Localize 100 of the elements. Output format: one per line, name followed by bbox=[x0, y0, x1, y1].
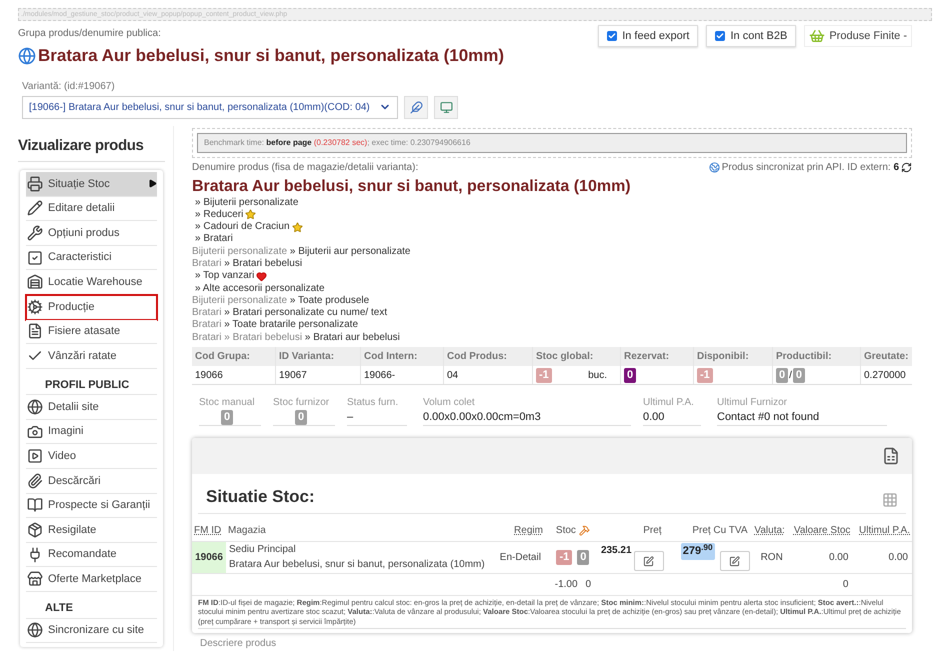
count-badge: 0 bbox=[624, 368, 636, 383]
column-header: Cod Produs: bbox=[444, 347, 532, 366]
column-header: FM ID bbox=[194, 524, 222, 538]
sidebar-item[interactable]: Editare detalii bbox=[26, 196, 157, 222]
checkbox-toggle[interactable]: In feed export bbox=[598, 25, 698, 47]
store-icon bbox=[27, 571, 43, 588]
count-badge: -1 bbox=[697, 368, 713, 383]
table-cell-text: 0.270000 bbox=[864, 368, 906, 383]
category-path: » Alte accesorii personalizate bbox=[194, 282, 325, 295]
count-badge: 0 bbox=[776, 368, 788, 383]
sidebar-item[interactable]: Sincronizare cu site bbox=[26, 618, 157, 644]
category-path: Bratari » Toate bratarile personalizate bbox=[192, 319, 358, 332]
total-cell: 0 bbox=[786, 573, 852, 596]
field-label: Ultimul Furnizor bbox=[717, 396, 788, 410]
column-header: Productibil: bbox=[773, 347, 860, 366]
field-label: Volum colet bbox=[423, 396, 476, 410]
count-badge: 0 bbox=[295, 410, 308, 426]
price-badge: 279$^{.90}$ bbox=[680, 543, 715, 560]
field-label: Variantă: (id:#19067) bbox=[22, 80, 116, 94]
edit-button[interactable] bbox=[634, 551, 664, 572]
paperclip-icon bbox=[27, 472, 43, 489]
monitor-icon bbox=[440, 100, 452, 114]
basket-icon bbox=[809, 28, 826, 44]
field-value: 0.00x0.00x0.00cm=0m3 bbox=[423, 410, 542, 424]
checkbox[interactable] bbox=[715, 31, 726, 41]
warehouse-icon bbox=[27, 274, 43, 290]
table-cell-text: 19067 bbox=[279, 368, 307, 383]
category-button[interactable]: Produse Finite - bbox=[804, 25, 912, 47]
wrench-icon bbox=[27, 224, 43, 241]
id-cell: 19066 bbox=[192, 541, 226, 574]
column-header: Stoc bbox=[556, 524, 576, 538]
book-icon bbox=[27, 497, 43, 514]
field-value: Contact #0 not found bbox=[717, 410, 820, 424]
sidebar-item[interactable]: Producție bbox=[26, 294, 157, 320]
checkbox-toggle[interactable]: In cont B2B bbox=[706, 25, 796, 47]
page-title: Bratara Aur bebelusi, snur si banut, personalizata (10mm) bbox=[38, 45, 504, 67]
category-path: Bijuterii personalizate » Toate produsele bbox=[192, 294, 370, 308]
category-path: » Top vanzari bbox=[194, 270, 254, 283]
camera-icon bbox=[27, 424, 43, 440]
category-path: » Cadouri de Craciun bbox=[194, 221, 290, 234]
count-badge: 0 bbox=[221, 410, 234, 426]
sidebar-item[interactable]: Fisiere atasate bbox=[26, 320, 157, 344]
column-header: Stoc global: bbox=[533, 347, 620, 366]
globe-icon bbox=[708, 162, 720, 172]
category-path: Bratari » Bratari personalizate cu nume/ text bbox=[192, 307, 388, 320]
variant-select[interactable]: [19066-] Bratara Aur bebelusi, snur si banut, personalizata (10mm)(COD: 04) bbox=[22, 96, 398, 118]
table-cell: 0.00 bbox=[786, 541, 852, 574]
field-label: Status furn. bbox=[347, 396, 400, 410]
globe-icon bbox=[27, 399, 43, 416]
hammer-icon[interactable] bbox=[578, 524, 590, 536]
arrow-icon bbox=[148, 179, 157, 188]
report-icon[interactable] bbox=[882, 447, 900, 466]
product-title: Bratara Aur bebelusi, snur si banut, personalizata (10mm) bbox=[192, 178, 632, 196]
checkbox[interactable] bbox=[607, 31, 618, 41]
category-path: » Reduceri bbox=[194, 208, 244, 222]
document-icon bbox=[27, 323, 43, 340]
table-cell-text: 19066- bbox=[364, 368, 396, 383]
gears-icon bbox=[27, 298, 43, 315]
total-cell-text: 0 bbox=[586, 578, 592, 592]
price-text: 235.21 bbox=[600, 544, 632, 558]
field-label: Stoc furnizor bbox=[273, 396, 330, 410]
sidebar-title: Vizualizare produs bbox=[18, 126, 165, 162]
edit-button[interactable] bbox=[720, 551, 750, 572]
field-label: Ultimul P.A. bbox=[643, 396, 695, 410]
count-badge: 0 bbox=[577, 550, 590, 565]
field-value: – bbox=[347, 410, 354, 424]
table-cell-text: 19066 bbox=[195, 368, 223, 383]
sidebar-item[interactable]: Prospecte si Garanții bbox=[26, 494, 157, 518]
checkbox-icon bbox=[27, 250, 43, 266]
heart-icon bbox=[256, 270, 268, 282]
category-path: » Bratari bbox=[194, 233, 233, 246]
column-header: Magazia bbox=[228, 524, 266, 538]
category-path: Bratari » Bratari bebelusi bbox=[192, 258, 302, 270]
column-header: Ultimul P.A. bbox=[859, 524, 910, 538]
star-icon bbox=[292, 222, 303, 233]
box-icon bbox=[27, 522, 43, 538]
column-header: Valuta: bbox=[754, 524, 785, 538]
count-badge: -1 bbox=[556, 550, 572, 565]
star-icon bbox=[245, 209, 256, 220]
column-header: Preț Cu TVA bbox=[692, 524, 748, 538]
column-header: Greutate: bbox=[861, 347, 912, 366]
monitor-button[interactable] bbox=[434, 96, 458, 118]
feather-icon bbox=[410, 100, 422, 114]
column-header: Regim bbox=[514, 524, 543, 538]
table-cell: En-Detail bbox=[496, 541, 545, 574]
field-label: Stoc manual bbox=[199, 396, 256, 410]
table-cell: RON bbox=[750, 541, 787, 574]
column-header: Rezervat: bbox=[621, 347, 693, 366]
benchmark-text: Benchmark time: before page (0.230782 sec); exec time: 0.230794906616 bbox=[204, 138, 470, 146]
table-cell-text: / bbox=[789, 368, 792, 383]
column-header: Valoare Stoc bbox=[794, 524, 850, 538]
edit-icon bbox=[729, 556, 740, 567]
printer-icon bbox=[27, 176, 43, 192]
table-cell: 0.00 bbox=[852, 541, 912, 574]
sidebar-item[interactable]: Situație Stoc bbox=[26, 172, 157, 197]
refresh-icon[interactable] bbox=[901, 162, 912, 172]
table-cell-text: 04 bbox=[447, 368, 458, 383]
feather-button[interactable] bbox=[404, 96, 428, 118]
product-name: Bratara Aur bebelusi, snur si banut, personalizata (10mm) bbox=[229, 558, 486, 572]
panel-title: Situatie Stoc: bbox=[206, 486, 315, 508]
